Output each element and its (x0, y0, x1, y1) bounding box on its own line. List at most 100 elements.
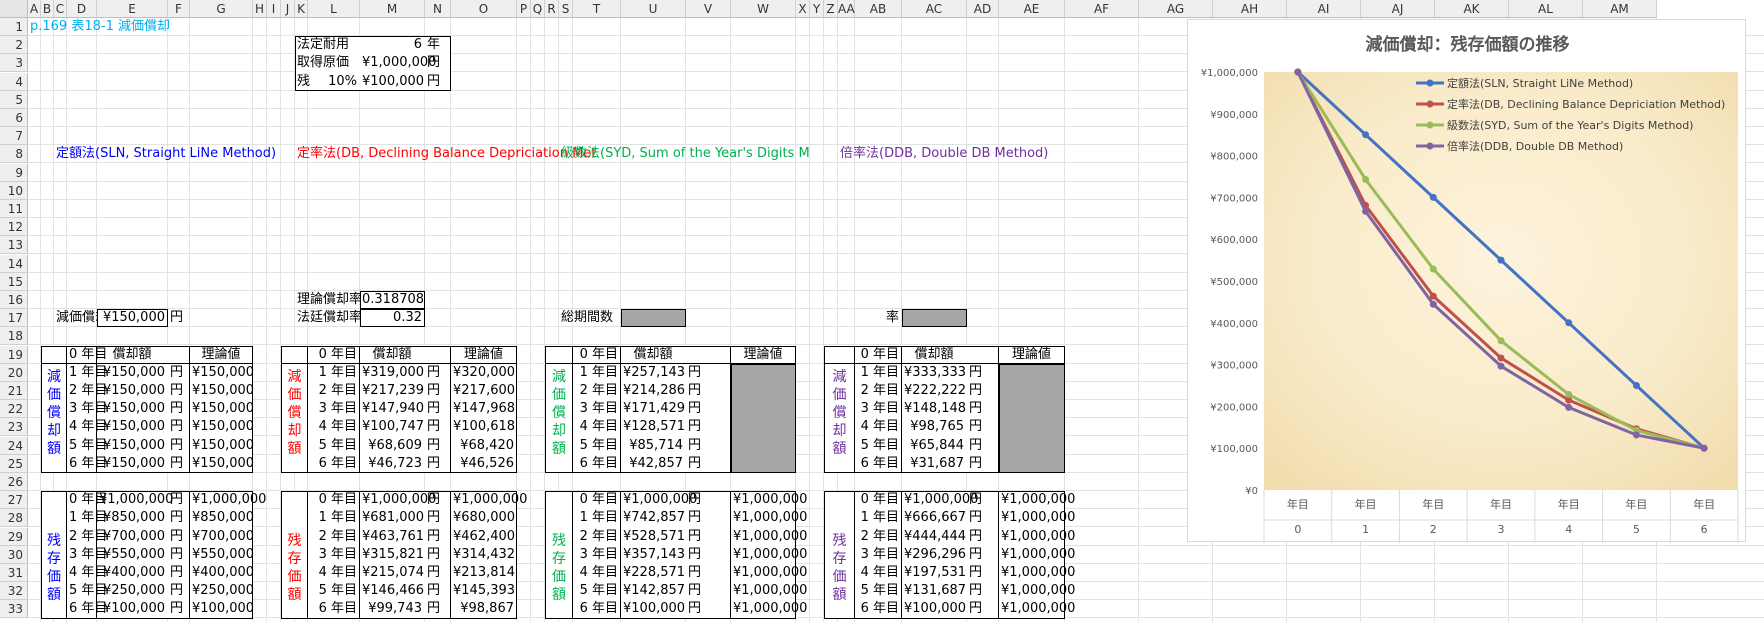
row-header-24[interactable]: 24 (0, 436, 28, 455)
unit-label: 円 (688, 419, 702, 435)
row-header-19[interactable]: 19 (0, 345, 28, 364)
row-header-30[interactable]: 30 (0, 545, 28, 564)
unit-label: 円 (170, 437, 184, 453)
row-header-14[interactable]: 14 (0, 254, 28, 273)
sln-dep-amount: ¥150,000 (102, 364, 165, 380)
row-header-28[interactable]: 28 (0, 509, 28, 528)
db-remaining: ¥215,074 (362, 565, 425, 580)
row-header-12[interactable]: 12 (0, 218, 28, 237)
column-header-A[interactable]: A (28, 0, 41, 18)
column-header-AG[interactable]: AG (1139, 0, 1213, 18)
column-header-AC[interactable]: AC (902, 0, 967, 18)
column-header-C[interactable]: C (54, 0, 67, 18)
row-header-29[interactable]: 29 (0, 527, 28, 546)
y-tick-label: ¥500,000 (1210, 277, 1258, 288)
row-header-32[interactable]: 32 (0, 582, 28, 601)
column-header-I[interactable]: I (267, 0, 281, 18)
column-header-N[interactable]: N (425, 0, 451, 18)
year-header: 0 年目 (69, 346, 108, 362)
db-legal-rate[interactable]: 0.32 (362, 310, 422, 326)
ddb-dep-amount: ¥65,844 (910, 437, 964, 453)
column-header-AJ[interactable]: AJ (1361, 0, 1435, 18)
column-header-AA[interactable]: AA (838, 0, 855, 18)
column-header-S[interactable]: S (559, 0, 573, 18)
ddb-rate-input[interactable] (902, 309, 967, 328)
column-header-M[interactable]: M (360, 0, 425, 18)
ddb-remaining-theory: ¥1,000,000 (1001, 583, 1076, 599)
column-header-J[interactable]: J (281, 0, 295, 18)
column-header-R[interactable]: R (545, 0, 559, 18)
year-label: 2 年目 (318, 383, 357, 398)
column-header-O[interactable]: O (451, 0, 517, 18)
column-header-AB[interactable]: AB (855, 0, 902, 18)
row-header-25[interactable]: 25 (0, 454, 28, 473)
row-header-22[interactable]: 22 (0, 400, 28, 419)
column-header-G[interactable]: G (190, 0, 253, 18)
column-header-L[interactable]: L (308, 0, 360, 18)
row-header-26[interactable]: 26 (0, 473, 28, 491)
row-header-18[interactable]: 18 (0, 327, 28, 346)
sln-dep-input[interactable]: ¥150,000 (99, 310, 165, 326)
unit-label: 円 (969, 437, 983, 453)
column-header-AL[interactable]: AL (1509, 0, 1583, 18)
row-header-16[interactable]: 16 (0, 291, 28, 309)
column-header-Z[interactable]: Z (824, 0, 838, 18)
row-header-2[interactable]: 2 (0, 36, 28, 55)
column-header-Y[interactable]: Y (810, 0, 824, 18)
column-header-F[interactable]: F (168, 0, 190, 18)
data-point (1362, 175, 1370, 183)
row-header-6[interactable]: 6 (0, 109, 28, 127)
syd-remaining-theory: ¥1,000,000 (733, 492, 808, 508)
column-header-AH[interactable]: AH (1213, 0, 1287, 18)
db-theory-rate[interactable]: 0.318708 (362, 292, 424, 308)
column-header-AK[interactable]: AK (1435, 0, 1509, 18)
db-dep-theory: ¥46,526 (460, 455, 514, 471)
row-header-5[interactable]: 5 (0, 90, 28, 109)
unit-label: 円 (688, 583, 702, 599)
column-header-V[interactable]: V (686, 0, 731, 18)
chart-container[interactable]: 減価償却：残存価額の推移 ¥0 ¥100,000 ¥200,000 ¥300,000 ¥4… (1187, 19, 1746, 550)
row-header-3[interactable]: 3 (0, 54, 28, 73)
row-header-10[interactable]: 10 (0, 181, 28, 200)
column-header-X[interactable]: X (796, 0, 810, 18)
column-header-H[interactable]: H (253, 0, 267, 18)
column-header-AD[interactable]: AD (967, 0, 999, 18)
row-header-27[interactable]: 27 (0, 491, 28, 510)
column-header-AI[interactable]: AI (1287, 0, 1361, 18)
row-header-11[interactable]: 11 (0, 200, 28, 218)
column-header-AE[interactable]: AE (999, 0, 1065, 18)
column-header-Q[interactable]: Q (531, 0, 545, 18)
syd-periods-input[interactable] (621, 309, 686, 328)
row-header-7[interactable]: 7 (0, 127, 28, 146)
data-point (1565, 390, 1573, 398)
row-header-13[interactable]: 13 (0, 236, 28, 255)
column-header-U[interactable]: U (621, 0, 686, 18)
column-header-T[interactable]: T (573, 0, 621, 18)
x-tick-label: 0 (1294, 523, 1301, 536)
column-header-D[interactable]: D (67, 0, 97, 18)
column-header-AF[interactable]: AF (1065, 0, 1139, 18)
row-header-23[interactable]: 23 (0, 418, 28, 437)
spreadsheet[interactable]: A B C D E F G H I J K L M N O P Q R S T U V W X Y Z AA AB AC AD AE AF AG… (0, 0, 1764, 622)
row-header-4[interactable]: 4 (0, 72, 28, 91)
row-header-15[interactable]: 15 (0, 272, 28, 291)
row-header-1[interactable]: 1 (0, 18, 28, 36)
row-header-33[interactable]: 33 (0, 600, 28, 619)
column-header-W[interactable]: W (731, 0, 796, 18)
residual-unit: 円 (427, 73, 441, 89)
db-dep-theory: ¥147,968 (453, 401, 516, 417)
column-header-AM[interactable]: AM (1583, 0, 1657, 18)
row-header-8[interactable]: 8 (0, 145, 28, 164)
row-header-17[interactable]: 17 (0, 309, 28, 328)
row-header-20[interactable]: 20 (0, 363, 28, 382)
column-header-K[interactable]: K (295, 0, 308, 18)
unit-label: 円 (427, 401, 441, 417)
select-all-corner[interactable] (0, 0, 28, 18)
column-header-P[interactable]: P (517, 0, 531, 18)
row-header-31[interactable]: 31 (0, 564, 28, 582)
row-header-21[interactable]: 21 (0, 382, 28, 400)
row-header-9[interactable]: 9 (0, 163, 28, 182)
column-header-B[interactable]: B (41, 0, 54, 18)
column-header-E[interactable]: E (97, 0, 168, 18)
legend-entry: 級数法(SYD, Sum of the Year's Digits Method… (1447, 118, 1693, 132)
